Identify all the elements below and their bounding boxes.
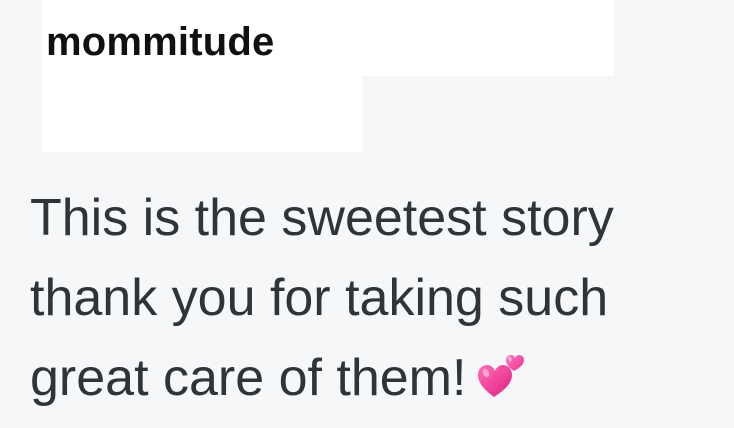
username-background-extension bbox=[42, 70, 362, 152]
two-hearts-icon bbox=[476, 344, 526, 424]
comment-line-3: great care of them! bbox=[30, 338, 730, 424]
comment-line-3-text: great care of them! bbox=[30, 349, 467, 407]
comment-username[interactable]: mommitude bbox=[46, 18, 274, 66]
comment-line-1: This is the sweetest story bbox=[30, 189, 614, 247]
comment-body: This is the sweetest story thank you for… bbox=[30, 178, 730, 424]
comment-header: mommitude bbox=[0, 0, 614, 152]
comment-line-2: thank you for taking such bbox=[30, 269, 609, 327]
